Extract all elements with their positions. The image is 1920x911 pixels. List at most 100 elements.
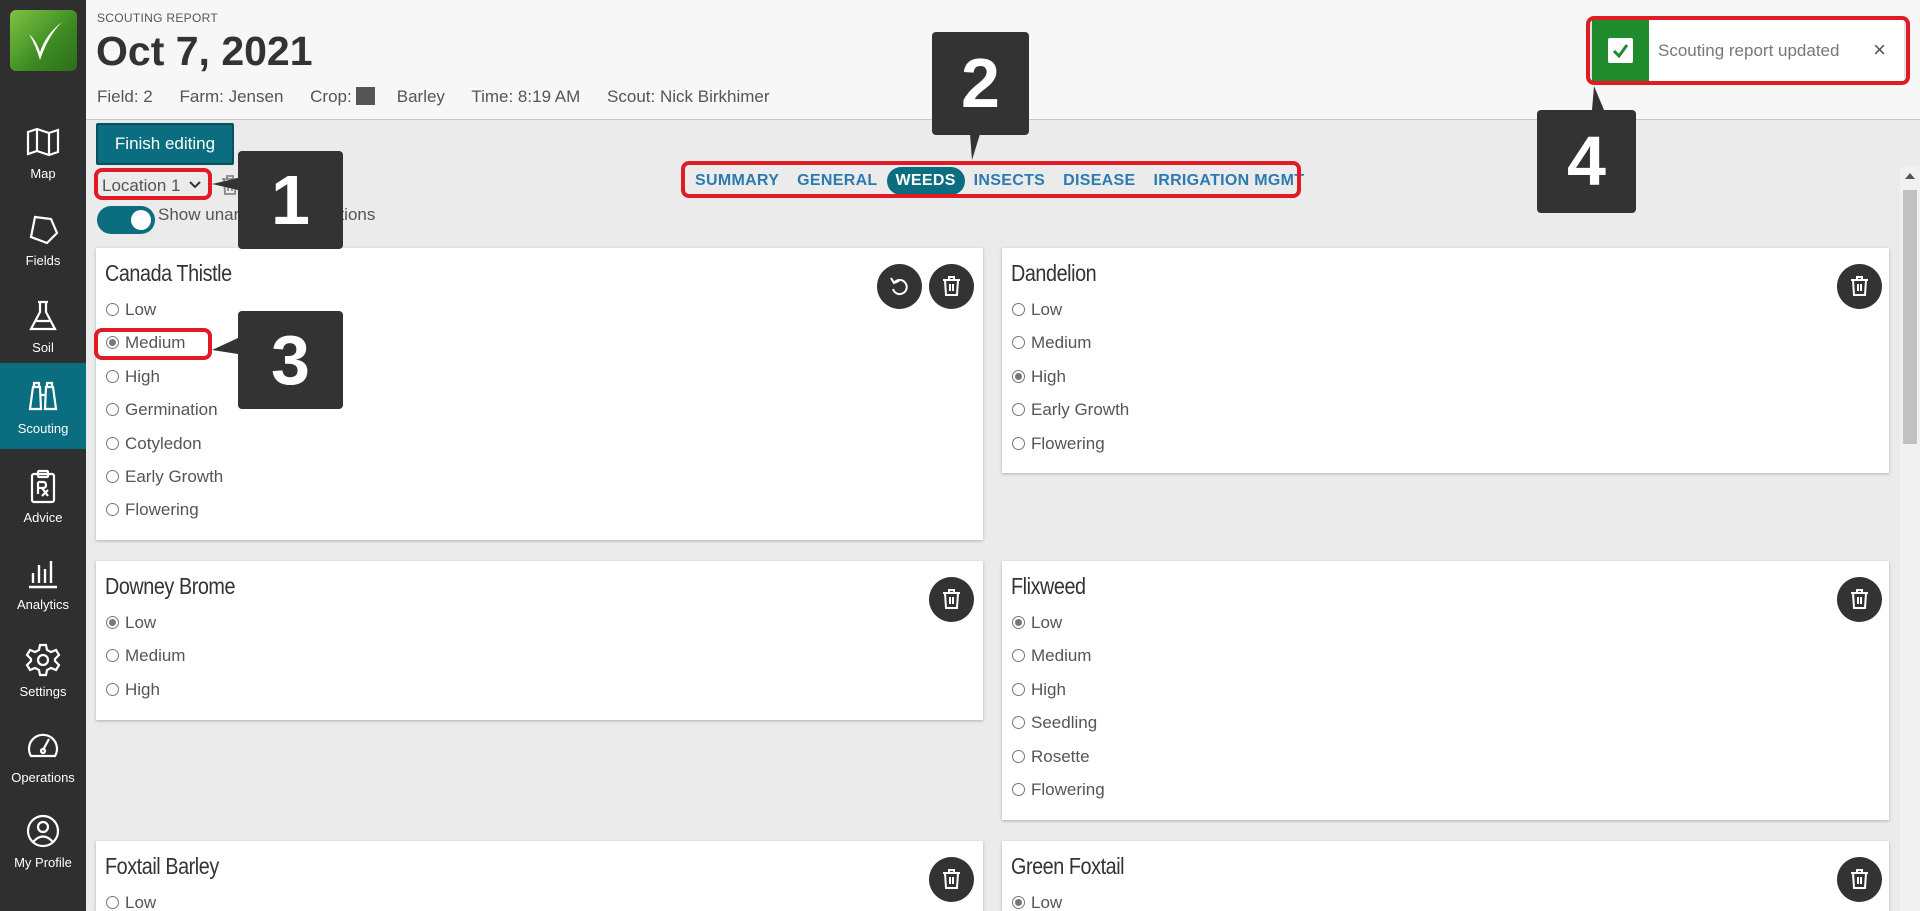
fields-icon	[29, 215, 59, 245]
trash-icon	[1851, 589, 1868, 609]
nav-scouting[interactable]: Scouting	[0, 363, 86, 449]
option-low[interactable]: Low	[1012, 893, 1062, 911]
bar-chart-icon	[29, 561, 57, 589]
radio	[106, 503, 119, 516]
callout-2: 2	[932, 32, 1029, 135]
report-meta: Field: 2 Farm: Jensen Crop: Barley Time: …	[97, 87, 792, 107]
nav-analytics[interactable]: Analytics	[0, 539, 86, 625]
scroll-up-arrow-icon[interactable]	[1905, 173, 1915, 179]
callout-3: 3	[238, 311, 343, 409]
radio-selected	[106, 616, 119, 629]
option-high[interactable]: High	[106, 680, 160, 700]
delete-location-icon[interactable]	[220, 174, 240, 196]
radio	[106, 303, 119, 316]
option-low[interactable]: Low	[106, 893, 156, 911]
nav-advice[interactable]: Advice	[0, 452, 86, 538]
option-rosette[interactable]: Rosette	[1012, 747, 1090, 767]
meta-time: Time: 8:19 AM	[471, 87, 581, 106]
delete-button[interactable]	[929, 577, 974, 622]
flask-icon	[29, 300, 57, 331]
weed-card-foxtail-barley: Foxtail Barley Low	[96, 841, 983, 911]
radio	[1012, 683, 1025, 696]
card-title: Canada Thistle	[105, 260, 232, 286]
nav-map[interactable]: Map	[0, 108, 86, 194]
nav-my-profile[interactable]: My Profile	[0, 797, 86, 883]
option-flowering[interactable]: Flowering	[106, 500, 199, 520]
highlight-tabs	[681, 161, 1301, 198]
trash-icon	[943, 276, 960, 296]
option-high[interactable]: High	[1012, 680, 1066, 700]
meta-scout: Scout: Nick Birkhimer	[607, 87, 770, 106]
card-title: Dandelion	[1011, 260, 1097, 286]
trash-icon	[1851, 869, 1868, 889]
option-medium[interactable]: Medium	[106, 646, 185, 666]
trash-icon	[943, 589, 960, 609]
option-high[interactable]: High	[1012, 367, 1066, 387]
radio	[1012, 336, 1025, 349]
callout-1: 1	[238, 151, 343, 249]
option-flowering[interactable]: Flowering	[1012, 780, 1105, 800]
radio	[1012, 437, 1025, 450]
radio	[1012, 649, 1025, 662]
weed-card-flixweed: Flixweed Low Medium High Seedling Rosett…	[1002, 561, 1889, 820]
radio-selected	[1012, 896, 1025, 909]
delete-button[interactable]	[1837, 857, 1882, 902]
gauge-icon	[27, 733, 59, 758]
clipboard-rx-icon	[30, 469, 56, 504]
delete-button[interactable]	[929, 264, 974, 309]
nav-soil[interactable]: Soil	[0, 282, 86, 368]
show-unanswered-toggle[interactable]	[97, 206, 155, 234]
card-title: Green Foxtail	[1011, 853, 1125, 879]
option-flowering[interactable]: Flowering	[1012, 434, 1105, 454]
option-early-growth[interactable]: Early Growth	[1012, 400, 1129, 420]
radio	[106, 683, 119, 696]
callout-4: 4	[1537, 110, 1636, 213]
highlight-location-select	[94, 168, 212, 200]
delete-button[interactable]	[1837, 577, 1882, 622]
trash-icon	[943, 869, 960, 889]
option-low[interactable]: Low	[106, 613, 156, 633]
option-low[interactable]: Low	[106, 300, 156, 320]
radio	[1012, 750, 1025, 763]
user-icon	[26, 814, 60, 848]
card-title: Flixweed	[1011, 573, 1086, 599]
radio	[1012, 303, 1025, 316]
highlight-toast	[1586, 16, 1910, 85]
gear-icon	[25, 643, 61, 677]
scrollbar-thumb[interactable]	[1903, 190, 1917, 444]
radio	[106, 437, 119, 450]
delete-button[interactable]	[1837, 264, 1882, 309]
page-title: Oct 7, 2021	[96, 28, 313, 74]
option-early-growth[interactable]: Early Growth	[106, 467, 223, 487]
nav-settings[interactable]: Settings	[0, 626, 86, 712]
toggle-knob	[131, 210, 151, 230]
option-germination[interactable]: Germination	[106, 400, 218, 420]
radio	[1012, 403, 1025, 416]
finish-editing-button[interactable]: Finish editing	[96, 123, 234, 165]
meta-crop-value: Barley	[396, 87, 445, 106]
header-kicker: SCOUTING REPORT	[97, 11, 218, 25]
option-low[interactable]: Low	[1012, 613, 1062, 633]
option-medium[interactable]: Medium	[1012, 333, 1091, 353]
radio	[1012, 716, 1025, 729]
app-logo[interactable]	[10, 10, 77, 71]
option-medium[interactable]: Medium	[1012, 646, 1091, 666]
weed-card-downey-brome: Downey Brome Low Medium High	[96, 561, 983, 720]
meta-farm: Farm: Jensen	[179, 87, 284, 106]
nav-operations[interactable]: Operations	[0, 712, 86, 798]
crop-color-swatch	[355, 87, 375, 105]
meta-crop-label: Crop:	[310, 87, 352, 106]
option-high[interactable]: High	[106, 367, 160, 387]
weed-card-canada-thistle: Canada Thistle Low Medium High Germinati…	[96, 248, 983, 540]
option-cotyledon[interactable]: Cotyledon	[106, 434, 202, 454]
radio	[106, 403, 119, 416]
undo-button[interactable]	[877, 264, 922, 309]
option-low[interactable]: Low	[1012, 300, 1062, 320]
nav-fields[interactable]: Fields	[0, 195, 86, 281]
radio	[106, 896, 119, 909]
trash-icon	[1851, 276, 1868, 296]
sidebar: Map Fields Soil Scouting Advice Analytic…	[0, 0, 86, 911]
weed-card-green-foxtail: Green Foxtail Low	[1002, 841, 1889, 911]
delete-button[interactable]	[929, 857, 974, 902]
option-seedling[interactable]: Seedling	[1012, 713, 1097, 733]
